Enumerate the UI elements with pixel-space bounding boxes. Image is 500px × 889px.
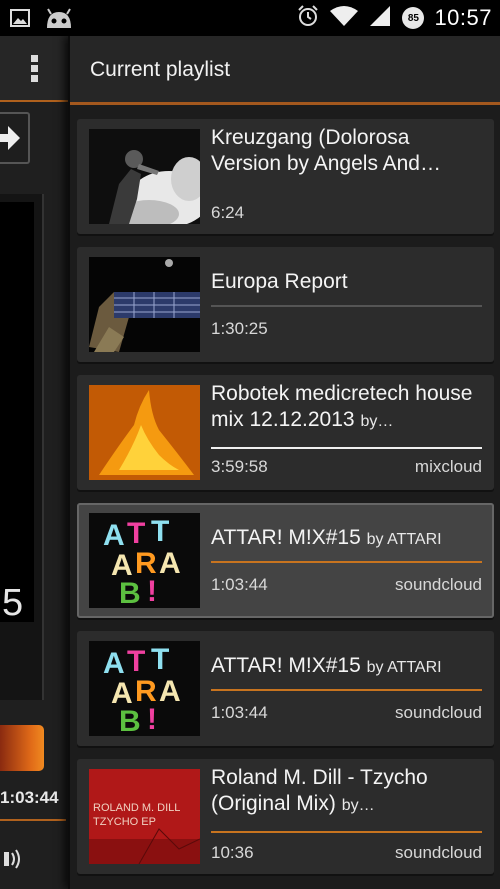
track-thumbnail: ROLAND M. DILL TZYCHO EP	[89, 769, 200, 864]
playlist-item[interactable]: Kreuzgang (Dolorosa Version by Angels An…	[77, 119, 494, 234]
track-duration: 1:03:44	[211, 703, 268, 722]
track-thumbnail	[89, 129, 200, 224]
svg-text:B: B	[119, 705, 141, 736]
alarm-icon	[296, 4, 320, 33]
track-duration: 1:03:44	[211, 575, 268, 594]
svg-text:T: T	[151, 643, 169, 676]
overflow-menu-icon[interactable]	[24, 52, 44, 86]
track-title-text: Robotek medicretech house mix 12.12.2013	[211, 382, 473, 431]
svg-text:A: A	[159, 547, 181, 580]
playlist-item[interactable]: ROLAND M. DILL TZYCHO EP Roland M. Dill …	[77, 759, 494, 874]
next-button[interactable]	[0, 112, 30, 164]
track-title-text: ATTAR! M!X#15	[211, 654, 361, 677]
track-title: Kreuzgang (Dolorosa Version by Angels An…	[211, 126, 441, 175]
svg-text:!: !	[147, 575, 157, 608]
track-thumbnail: A T T A R A B !	[89, 641, 200, 736]
player-panel: 5 1:03:44	[0, 36, 68, 889]
svg-text:A: A	[103, 647, 125, 680]
track-source: mixcloud	[414, 457, 482, 476]
svg-text:T: T	[127, 517, 145, 550]
status-bar: 85 10:57	[0, 0, 500, 36]
track-source: soundcloud	[395, 703, 482, 722]
track-thumbnail	[89, 257, 200, 352]
track-title: Europa Report	[211, 270, 348, 293]
playlist-drawer: Current playlist Kreuzgang (Dolorosa Ver…	[68, 36, 500, 889]
player-divider	[0, 819, 66, 821]
track-artist: by…	[341, 797, 375, 814]
cast-icon[interactable]	[4, 844, 24, 879]
playlist-list[interactable]: Kreuzgang (Dolorosa Version by Angels An…	[70, 105, 500, 889]
page-title: Current playlist	[90, 58, 231, 81]
signal-icon	[368, 5, 392, 32]
thumb-caption: ROLAND M. DILL	[93, 802, 180, 814]
track-thumbnail	[89, 385, 200, 480]
playlist-item[interactable]: Robotek medicretech house mix 12.12.2013…	[77, 375, 494, 490]
arrow-right-icon	[0, 126, 20, 150]
clock: 10:57	[434, 5, 492, 30]
android-icon	[44, 6, 74, 35]
playlist-item[interactable]: Europa Report 1:30:25	[77, 247, 494, 362]
track-artist: by…	[360, 413, 394, 430]
track-title: Robotek medicretech house mix 12.12.2013…	[211, 381, 482, 435]
track-title: ATTAR! M!X#15 by ATTARI	[211, 525, 482, 553]
track-source: soundcloud	[395, 843, 482, 862]
player-time: 1:03:44	[0, 788, 59, 807]
playlist-item-active[interactable]: A T T A R A B ! ATTAR! M!X#15 by ATTARI	[77, 503, 494, 618]
track-title-text: ATTAR! M!X#15	[211, 526, 361, 549]
battery-icon: 85	[402, 7, 425, 29]
track-duration: 10:36	[211, 843, 254, 862]
player-toolbar	[0, 36, 68, 102]
wifi-icon	[330, 5, 359, 32]
track-thumbnail: A T T A R A B !	[89, 513, 200, 608]
track-title: Roland M. Dill - Tzycho (Original Mix) b…	[211, 765, 482, 819]
playlist-item[interactable]: A T T A R A B ! ATTAR! M!X#15 by ATTARI	[77, 631, 494, 746]
svg-text:!: !	[147, 703, 157, 736]
svg-text:B: B	[119, 577, 141, 608]
picture-icon	[10, 8, 30, 33]
svg-text:T: T	[127, 645, 145, 678]
track-title: ATTAR! M!X#15 by ATTARI	[211, 653, 482, 681]
track-duration: 6:24	[211, 203, 245, 222]
track-duration: 3:59:58	[211, 457, 268, 476]
svg-text:A: A	[159, 675, 181, 708]
track-artist: by ATTARI	[366, 659, 442, 676]
track-duration: 1:30:25	[211, 319, 268, 338]
app-screen: 85 10:57 5 1:03:44 Current playlist Kreu…	[0, 0, 500, 889]
track-source: soundcloud	[395, 575, 482, 594]
svg-text:T: T	[151, 515, 169, 548]
playlist-header: Current playlist	[70, 36, 500, 102]
thumb-caption: TZYCHO EP	[93, 816, 156, 828]
svg-text:A: A	[103, 519, 125, 552]
track-title-text: Roland M. Dill - Tzycho (Original Mix)	[211, 766, 428, 815]
seek-bar[interactable]	[0, 725, 44, 771]
display-digit: 5	[2, 582, 24, 624]
track-artist: by ATTARI	[366, 531, 442, 548]
